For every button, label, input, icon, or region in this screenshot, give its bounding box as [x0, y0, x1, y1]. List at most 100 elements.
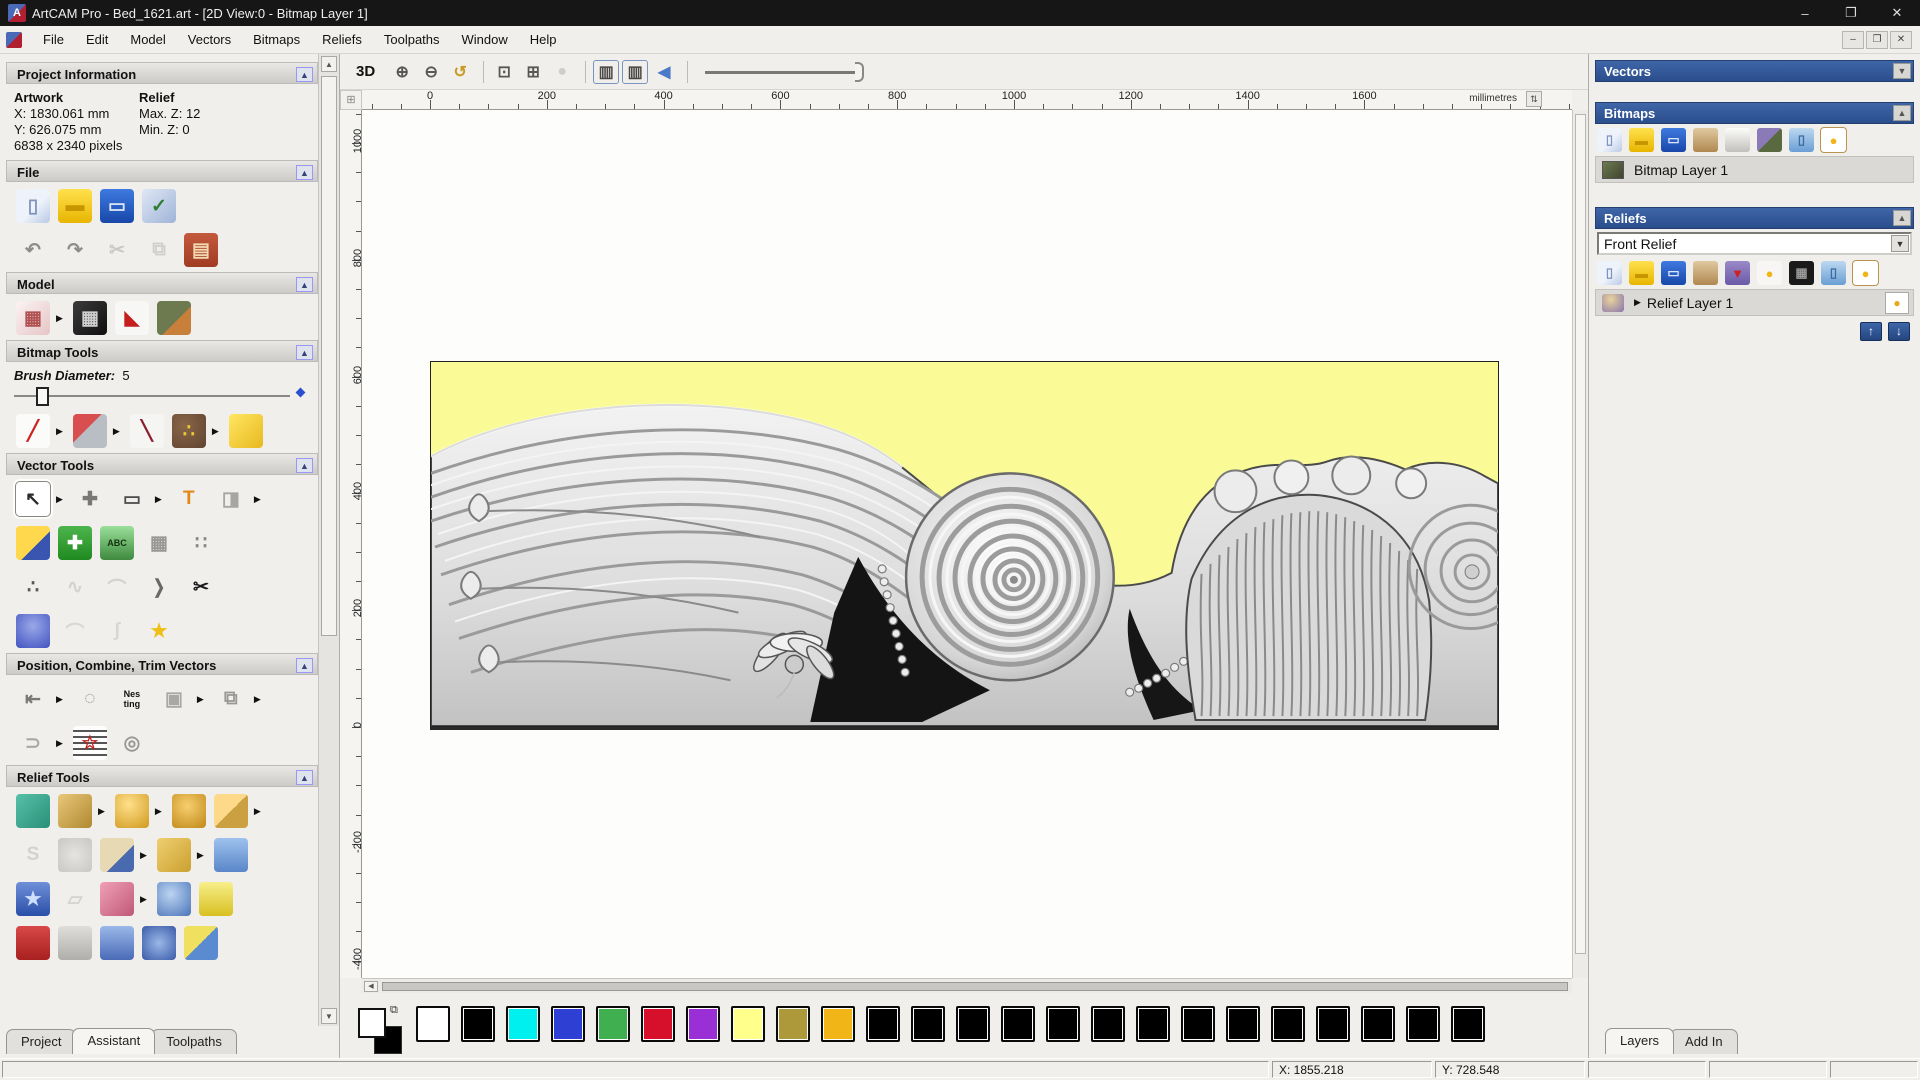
- assistant-scrollbar[interactable]: ▲ ▼: [318, 54, 339, 1026]
- flyout-arrow-icon[interactable]: ▶: [155, 806, 162, 817]
- flyout-arrow-icon[interactable]: ▶: [212, 426, 219, 437]
- swatch-black[interactable]: [1406, 1006, 1440, 1042]
- close-button[interactable]: ✕: [1874, 0, 1920, 26]
- 2d-view-canvas[interactable]: [362, 110, 1572, 978]
- swatch-gold[interactable]: [821, 1006, 855, 1042]
- group-vectors-icon[interactable]: ▣: [157, 682, 191, 716]
- move-layer-up-button[interactable]: ↑: [1860, 322, 1882, 341]
- maximize-button[interactable]: ❐: [1828, 0, 1874, 26]
- fade-slider-handle[interactable]: [855, 62, 864, 82]
- palette-icon[interactable]: ∴: [172, 414, 206, 448]
- move-layer-down-button[interactable]: ↓: [1888, 322, 1910, 341]
- create-arc-icon[interactable]: ❭: [142, 570, 176, 604]
- create-bezier-icon[interactable]: ⌒: [100, 570, 134, 604]
- swatch-black[interactable]: [1361, 1006, 1395, 1042]
- open-model-icon[interactable]: ▬: [58, 189, 92, 223]
- swatch-light-yellow[interactable]: [731, 1006, 765, 1042]
- zoom-in-icon[interactable]: ⊕: [389, 60, 415, 84]
- relief-tool-icon[interactable]: [16, 926, 50, 960]
- lock-relief-icon[interactable]: [214, 838, 248, 872]
- expand-vectors-icon[interactable]: ▼: [1893, 63, 1911, 79]
- flyout-arrow-icon[interactable]: ▶: [56, 313, 63, 324]
- rectangle-tool-icon[interactable]: ▭: [115, 482, 149, 516]
- offset-vectors-icon[interactable]: ✚: [58, 526, 92, 560]
- zoom-previous-icon[interactable]: ↺: [447, 60, 473, 84]
- vertical-scrollbar[interactable]: [1572, 110, 1588, 978]
- collapse-section-button[interactable]: ▲: [296, 165, 313, 180]
- swatch-black[interactable]: [1001, 1006, 1035, 1042]
- merge-bitmap-layers-icon[interactable]: [1693, 128, 1718, 152]
- relief-artwork[interactable]: [430, 361, 1499, 727]
- new-relief-layer-icon[interactable]: ▯: [1597, 261, 1622, 285]
- constant-height-relief-icon[interactable]: ★: [16, 882, 50, 916]
- swatch-black[interactable]: [1226, 1006, 1260, 1042]
- nesting-icon[interactable]: Nes ting: [115, 682, 149, 716]
- save-model-icon[interactable]: ▭: [100, 189, 134, 223]
- relief-layer-preview-icon[interactable]: ●: [1757, 261, 1782, 285]
- swatch-black[interactable]: [1316, 1006, 1350, 1042]
- transform-vectors-icon[interactable]: ✚: [73, 482, 107, 516]
- measure-tool-icon[interactable]: [16, 526, 50, 560]
- zoom-box-icon[interactable]: ⊡: [491, 60, 517, 84]
- toggle-relief-layers-icon[interactable]: ●: [1853, 261, 1878, 285]
- menu-help[interactable]: Help: [519, 28, 568, 51]
- menu-reliefs[interactable]: Reliefs: [311, 28, 373, 51]
- cut-icon[interactable]: ✂: [100, 233, 134, 267]
- swatch-black[interactable]: [911, 1006, 945, 1042]
- scrollbar-thumb[interactable]: [321, 76, 337, 636]
- swatch-black[interactable]: [1046, 1006, 1080, 1042]
- collapse-section-button[interactable]: ▲: [296, 277, 313, 292]
- menu-file[interactable]: File: [32, 28, 75, 51]
- collapse-section-button[interactable]: ▲: [296, 770, 313, 785]
- collapse-bitmaps-icon[interactable]: ▲: [1893, 105, 1911, 121]
- open-relief-layer-icon[interactable]: ▬: [1629, 261, 1654, 285]
- switch-3d-view-button[interactable]: 3D: [350, 61, 381, 82]
- brush-slider-handle[interactable]: [36, 387, 49, 406]
- flyout-arrow-icon[interactable]: ▶: [56, 494, 63, 505]
- layer-visibility-bulb-icon[interactable]: ●: [1885, 292, 1909, 314]
- relief-select-dropdown[interactable]: Front Relief ▼: [1597, 232, 1912, 255]
- flyout-arrow-icon[interactable]: ▶: [197, 850, 204, 861]
- ruler-origin-icon[interactable]: ⊞: [340, 90, 362, 110]
- ruler-units-spinner[interactable]: ⇅: [1526, 91, 1542, 107]
- relief-from-image-icon[interactable]: [100, 838, 134, 872]
- create-star-icon[interactable]: ★: [142, 614, 176, 648]
- swatch-cyan[interactable]: [506, 1006, 540, 1042]
- relief-tool-icon[interactable]: [100, 926, 134, 960]
- swatch-blue[interactable]: [551, 1006, 585, 1042]
- scrollbar-thumb[interactable]: [382, 982, 1568, 991]
- flood-fill-icon[interactable]: [73, 414, 107, 448]
- zoom-fit-icon[interactable]: ⊞: [520, 60, 546, 84]
- merge-relief-layers-icon[interactable]: [1693, 261, 1718, 285]
- flyout-arrow-icon[interactable]: ▶: [140, 850, 147, 861]
- paste-icon[interactable]: ▤: [184, 233, 218, 267]
- trim-vectors-icon[interactable]: ✂: [184, 570, 218, 604]
- clear-bitmap-layer-icon[interactable]: [1725, 128, 1750, 152]
- bitmap-to-relief-icon[interactable]: [1757, 128, 1782, 152]
- assistant-tab-toolpaths[interactable]: Toolpaths: [151, 1029, 237, 1054]
- primary-colour-swatch[interactable]: [358, 1008, 386, 1038]
- swatch-black[interactable]: [956, 1006, 990, 1042]
- swatch-green[interactable]: [596, 1006, 630, 1042]
- select-vectors-icon[interactable]: ↖: [16, 482, 50, 516]
- shape-editor-icon[interactable]: [58, 794, 92, 828]
- subtract-relief-icon[interactable]: [172, 794, 206, 828]
- relief-tool-icon[interactable]: [58, 926, 92, 960]
- bitmap-layer-name[interactable]: Bitmap Layer 1: [1634, 162, 1728, 178]
- sculpt-relief-icon[interactable]: [100, 882, 134, 916]
- mirror-vectors-icon[interactable]: ◨: [214, 482, 248, 516]
- scrollbar-thumb[interactable]: [1575, 114, 1586, 954]
- node-editing-icon[interactable]: ∴: [16, 570, 50, 604]
- copy-relief-icon[interactable]: [157, 838, 191, 872]
- brush-diameter-slider[interactable]: [14, 385, 304, 407]
- collapse-reliefs-icon[interactable]: ▲: [1893, 210, 1911, 226]
- new-bitmap-layer-icon[interactable]: ▯: [1597, 128, 1622, 152]
- add-relief-icon[interactable]: [115, 794, 149, 828]
- spiral-vectors-icon[interactable]: ◎: [115, 726, 149, 760]
- flyout-arrow-icon[interactable]: ▶: [254, 694, 261, 705]
- relief-layer-name[interactable]: Relief Layer 1: [1647, 295, 1733, 311]
- relief-layer-row[interactable]: ▶ Relief Layer 1 ●: [1595, 289, 1914, 316]
- paint-brush-icon[interactable]: ╱: [16, 414, 50, 448]
- toggle-vector-visibility-icon[interactable]: ▥: [622, 60, 648, 84]
- flyout-arrow-icon[interactable]: ▶: [254, 494, 261, 505]
